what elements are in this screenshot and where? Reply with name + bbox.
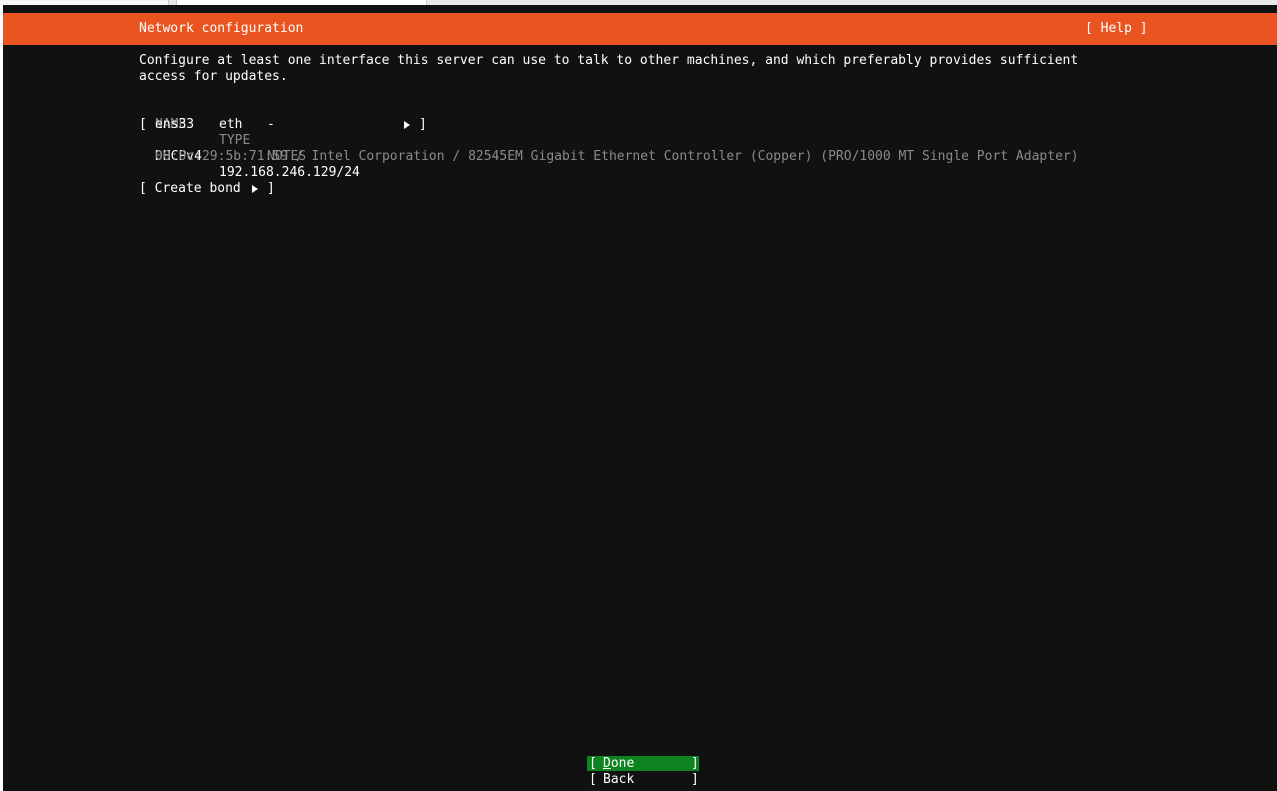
page-title: Network configuration — [139, 21, 304, 36]
row-open-bracket: [ — [139, 117, 147, 132]
done-close-bracket: ] — [691, 756, 699, 771]
back-close-bracket: ] — [691, 772, 699, 787]
back-button[interactable]: [ Back ] — [587, 772, 699, 787]
help-button[interactable]: [ Help ] — [1085, 21, 1148, 37]
interface-details: 00:0c:29:5b:71:59 / Intel Corporation / … — [155, 149, 1079, 164]
interface-name: ens33 — [155, 117, 195, 132]
expand-arrow-icon[interactable] — [404, 121, 410, 129]
done-button[interactable]: [ Done ] — [587, 756, 699, 771]
interface-row-ens33[interactable]: [ ens33 eth - ] — [139, 117, 429, 133]
interface-notes: - — [267, 117, 275, 132]
installer-screen: Network configuration [ Help ] Configure… — [3, 5, 1277, 791]
ip-address: 192.168.246.129/24 — [219, 165, 360, 180]
interface-type: eth — [219, 117, 243, 132]
create-bond-label: [ Create bond — [139, 181, 241, 196]
done-open-bracket: [ — [589, 756, 597, 771]
title-bar: Network configuration [ Help ] — [3, 13, 1277, 45]
column-header-type: TYPE — [219, 133, 251, 148]
intro-text-line-1: Configure at least one interface this se… — [139, 53, 1079, 68]
expand-arrow-icon — [252, 185, 258, 193]
row-close-bracket: ] — [419, 117, 427, 132]
done-label: Done — [603, 756, 635, 771]
back-open-bracket: [ — [589, 772, 597, 787]
create-bond-close-bracket: ] — [267, 181, 275, 196]
intro-text-line-2: access for updates. — [139, 69, 288, 84]
create-bond-button[interactable]: [ Create bond ] — [139, 181, 279, 197]
back-label: Back — [603, 772, 635, 787]
